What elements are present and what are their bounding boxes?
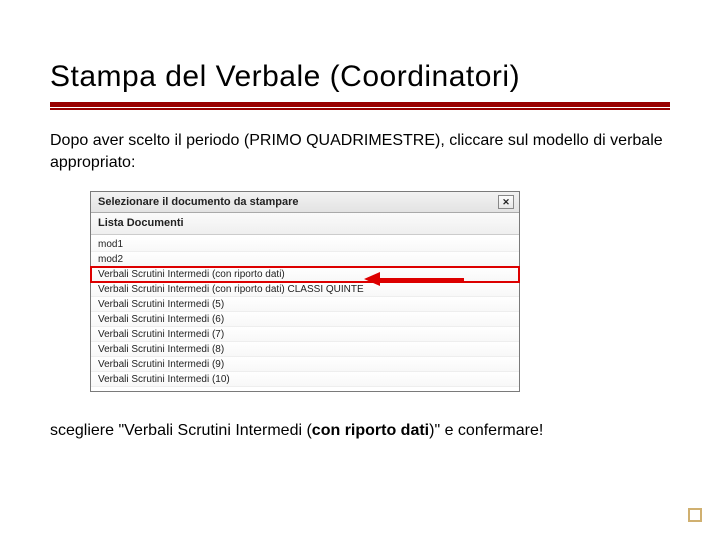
list-item[interactable]: Verbali Scrutini Intermedi (8): [91, 342, 519, 357]
list-item[interactable]: Verbali Scrutini Intermedi (5): [91, 297, 519, 312]
list-item[interactable]: Verbali Scrutini Intermedi (10): [91, 372, 519, 387]
list-item[interactable]: Verbali Scrutini Intermedi (9): [91, 357, 519, 372]
list-item[interactable]: Verbali Scrutini Intermedi (6): [91, 312, 519, 327]
list-item[interactable]: Verbali Scrutini Intermedi (con riporto …: [91, 282, 519, 297]
document-list: mod1mod2Verbali Scrutini Intermedi (con …: [91, 235, 519, 391]
slide-title: Stampa del Verbale (Coordinatori): [50, 60, 670, 94]
dialog-subheader: Lista Documenti: [91, 213, 519, 235]
dialog-screenshot: Selezionare il documento da stampare ✕ L…: [90, 191, 520, 392]
slide: Stampa del Verbale (Coordinatori) Dopo a…: [0, 0, 720, 540]
list-item[interactable]: Verbali Scrutini Intermedi (con riporto …: [91, 267, 519, 282]
print-dialog: Selezionare il documento da stampare ✕ L…: [90, 191, 520, 392]
dialog-titlebar: Selezionare il documento da stampare ✕: [91, 192, 519, 213]
outro-suffix: )" e confermare!: [429, 422, 543, 439]
close-icon[interactable]: ✕: [498, 195, 514, 209]
list-item[interactable]: mod2: [91, 252, 519, 267]
list-item[interactable]: Verbali Scrutini Intermedi (7): [91, 327, 519, 342]
title-underline: [50, 102, 670, 110]
corner-decoration-icon: [688, 508, 702, 522]
dialog-caption: Selezionare il documento da stampare: [98, 196, 299, 208]
intro-text: Dopo aver scelto il periodo (PRIMO QUADR…: [50, 130, 670, 173]
outro-prefix: scegliere "Verbali Scrutini Intermedi (: [50, 422, 312, 439]
outro-text: scegliere "Verbali Scrutini Intermedi (c…: [50, 420, 670, 442]
outro-bold: con riporto dati: [312, 422, 429, 439]
list-item[interactable]: mod1: [91, 237, 519, 252]
